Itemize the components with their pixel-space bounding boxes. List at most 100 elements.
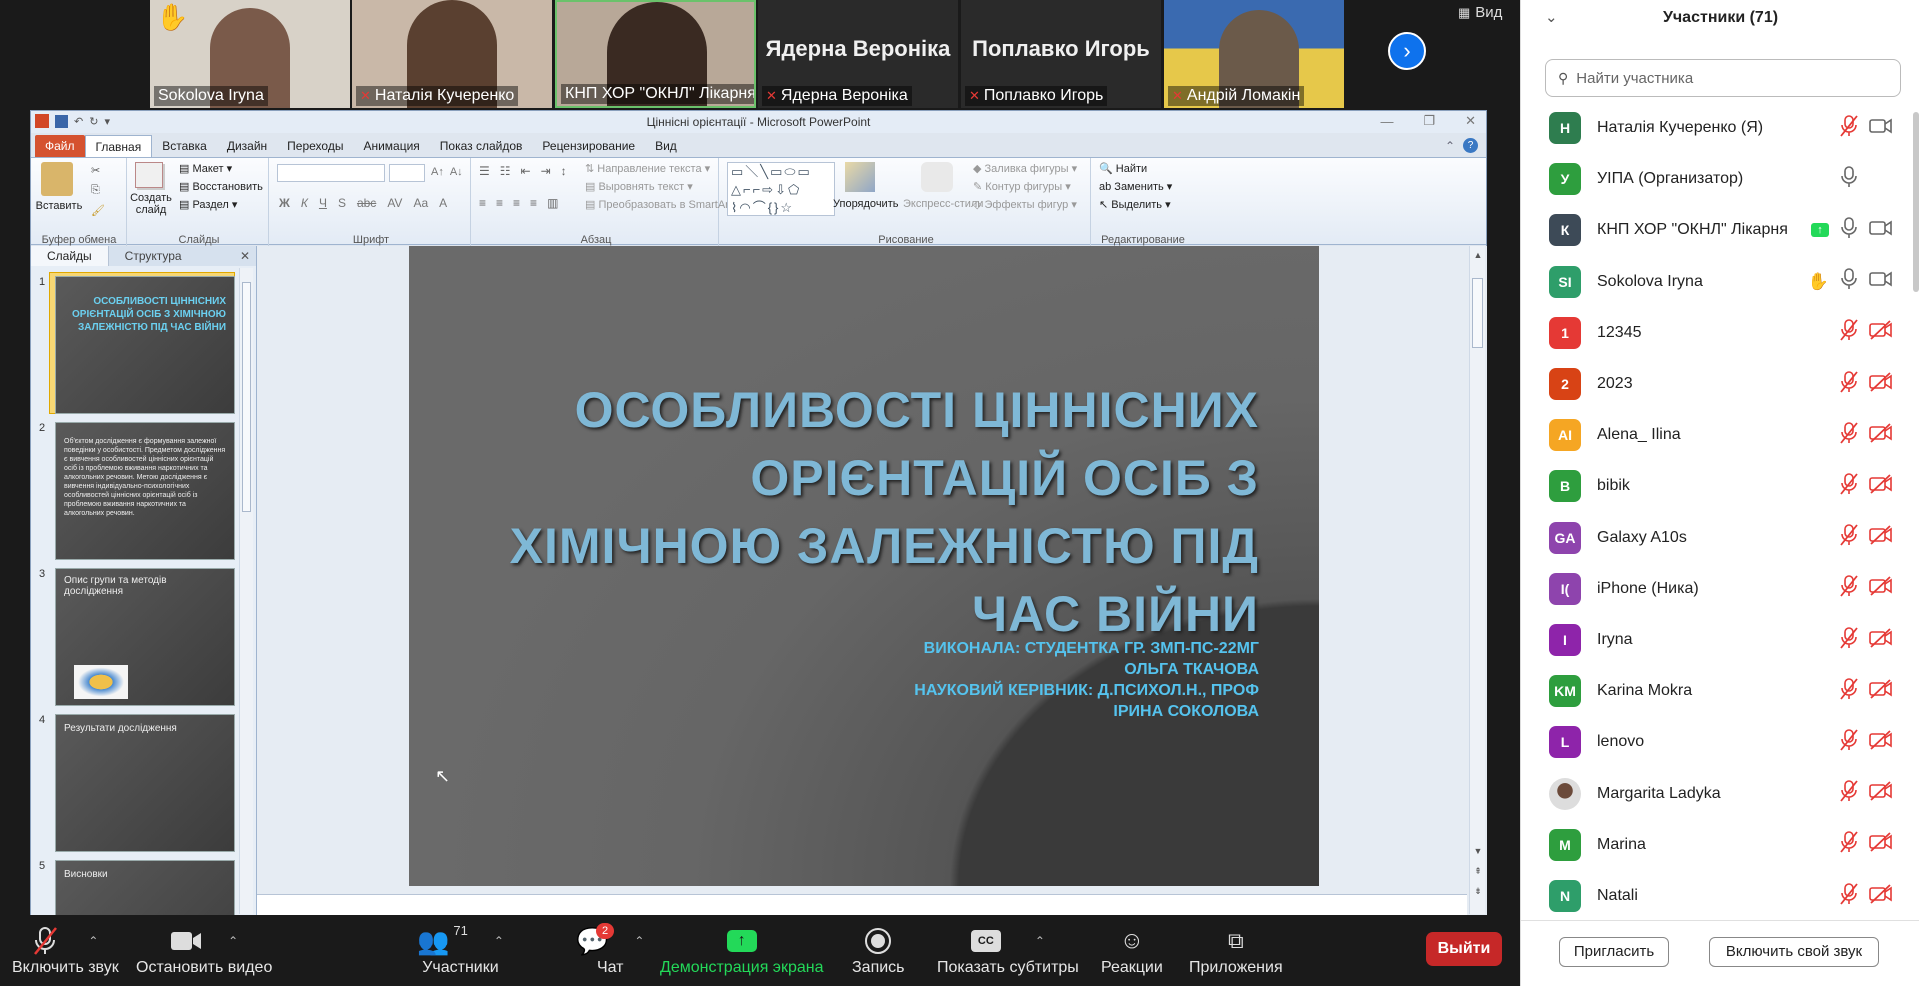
- video-tile-lomakin[interactable]: ✕ Андрій Ломакін: [1164, 0, 1344, 108]
- numbering-icon[interactable]: ☷: [500, 164, 511, 178]
- mic-icon[interactable]: [1839, 165, 1859, 193]
- scrollbar-thumb[interactable]: [242, 282, 251, 512]
- tab-home[interactable]: Главная: [84, 135, 153, 157]
- slide-scrollbar[interactable]: ▲ ▼ ⇞ ⇟: [1469, 246, 1485, 914]
- quick-styles-button[interactable]: Экспресс-стили: [903, 198, 983, 210]
- collapse-ribbon-icon[interactable]: ⌃: [1445, 139, 1455, 153]
- minimize-icon[interactable]: —: [1380, 114, 1393, 129]
- participants-caret-icon[interactable]: ⌃: [494, 934, 504, 948]
- slide-thumb-4[interactable]: Результати дослідження: [55, 714, 235, 852]
- video-options-caret-icon[interactable]: ⌃: [228, 934, 238, 948]
- mic-muted-icon[interactable]: [1839, 729, 1859, 756]
- restore-icon[interactable]: ❐: [1423, 113, 1435, 129]
- captions-caret-icon[interactable]: ⌃: [1035, 934, 1045, 948]
- slide-thumb-5[interactable]: Висновки: [55, 860, 235, 916]
- shadow-icon[interactable]: S: [338, 196, 346, 210]
- font-size-combobox[interactable]: [389, 164, 425, 182]
- camera-off-icon[interactable]: [1869, 576, 1893, 601]
- decrease-indent-icon[interactable]: ⇤: [521, 164, 531, 178]
- format-painter-icon[interactable]: 🖌: [91, 204, 105, 217]
- tab-file[interactable]: Файл: [35, 135, 85, 157]
- align-center-icon[interactable]: ≡: [496, 196, 503, 210]
- captions-button[interactable]: CC ⌃ Показать субтитры: [937, 923, 1079, 977]
- camera-off-icon[interactable]: [1869, 525, 1893, 550]
- section-button[interactable]: ▤ Раздел ▾: [179, 198, 237, 211]
- align-right-icon[interactable]: ≡: [513, 196, 520, 210]
- slide-canvas[interactable]: ОСОБЛИВОСТІ ЦІННІСНИХ ОРІЄНТАЦІЙ ОСІБ З …: [409, 246, 1319, 886]
- next-slide-icon[interactable]: ⇟: [1470, 886, 1486, 897]
- mic-muted-icon[interactable]: [1839, 882, 1859, 910]
- next-page-arrow-icon[interactable]: ›: [1388, 32, 1426, 70]
- participant-row[interactable]: SI Sokolova Iryna ✋: [1549, 257, 1899, 307]
- find-button[interactable]: 🔍 Найти: [1099, 162, 1147, 175]
- mic-icon[interactable]: [1839, 217, 1859, 244]
- search-participant-field[interactable]: ⚲ Найти участника: [1545, 59, 1901, 97]
- grow-font-icon[interactable]: A↑: [431, 166, 444, 178]
- slide-thumb-2[interactable]: Об'єктом дослідження є формування залежн…: [55, 422, 235, 560]
- camera-off-icon[interactable]: [1869, 320, 1893, 345]
- scrollbar-thumb[interactable]: [1472, 278, 1483, 348]
- camera-off-icon[interactable]: [1869, 423, 1893, 448]
- video-tile-sokolova[interactable]: ✋ Sokolova Iryna: [150, 0, 350, 108]
- camera-icon[interactable]: [1869, 269, 1893, 294]
- invite-button[interactable]: Пригласить: [1559, 937, 1669, 967]
- shape-outline-button[interactable]: ✎ Контур фигуры ▾: [973, 180, 1071, 193]
- slide-thumb-3[interactable]: Опис групи та методів дослідження: [55, 568, 235, 706]
- replace-button[interactable]: ab Заменить ▾: [1099, 180, 1172, 193]
- participant-row[interactable]: Bbibik: [1549, 461, 1899, 511]
- participants-button[interactable]: 👥 71 ⌃ Участники: [417, 923, 504, 977]
- reset-button[interactable]: ▤ Восстановить: [179, 180, 263, 193]
- unmute-button[interactable]: ⌃ Включить звук: [12, 923, 119, 977]
- mic-muted-icon[interactable]: [1839, 575, 1859, 602]
- record-button[interactable]: Запись: [852, 923, 905, 977]
- convert-smartart-button[interactable]: ▤ Преобразовать в SmartArt ▾: [585, 198, 740, 211]
- mic-muted-icon[interactable]: [1839, 319, 1859, 346]
- participant-row[interactable]: KM Karina Mokra: [1549, 666, 1899, 716]
- audio-options-caret-icon[interactable]: ⌃: [88, 934, 98, 948]
- participant-row[interactable]: M Marina: [1549, 820, 1899, 870]
- new-slide-button[interactable]: Создать слайд: [129, 192, 173, 216]
- participant-row[interactable]: Margarita Ladyka: [1549, 769, 1899, 819]
- shape-effects-button[interactable]: ◇ Эффекты фигур ▾: [973, 198, 1077, 211]
- camera-off-icon[interactable]: [1869, 474, 1893, 499]
- align-text-button[interactable]: ▤ Выровнять текст ▾: [585, 180, 693, 193]
- bold-icon[interactable]: Ж: [279, 196, 290, 210]
- select-button[interactable]: ↖ Выделить ▾: [1099, 198, 1171, 211]
- thumbnail-scrollbar[interactable]: [239, 268, 253, 914]
- mic-muted-icon[interactable]: [1839, 780, 1859, 807]
- participant-row[interactable]: I(iPhone (Ника): [1549, 564, 1899, 614]
- tab-animation[interactable]: Анимация: [353, 135, 429, 157]
- tab-outline[interactable]: Структура: [109, 246, 198, 266]
- underline-icon[interactable]: Ч: [319, 196, 327, 210]
- stop-video-button[interactable]: ⌃ Остановить видео: [136, 923, 272, 977]
- participant-row[interactable]: К КНП ХОР "ОКНЛ" Лікарня ↑: [1549, 205, 1899, 255]
- bullets-icon[interactable]: ☰: [479, 164, 490, 178]
- camera-off-icon[interactable]: [1869, 781, 1893, 806]
- camera-icon[interactable]: [1869, 116, 1893, 141]
- video-tile-knp[interactable]: КНП ХОР "ОКНЛ" Лікарня: [555, 0, 756, 108]
- close-icon[interactable]: ✕: [1465, 113, 1476, 129]
- view-button[interactable]: ▦ Вид: [1458, 4, 1502, 21]
- camera-off-icon[interactable]: [1869, 832, 1893, 857]
- strikethrough-icon[interactable]: abc: [357, 196, 376, 210]
- italic-icon[interactable]: К: [301, 196, 308, 210]
- video-tile-poplavko[interactable]: Поплавко Игорь ✕ Поплавко Игорь: [961, 0, 1161, 108]
- tab-review[interactable]: Рецензирование: [532, 135, 645, 157]
- mic-muted-icon[interactable]: [1839, 677, 1859, 705]
- help-icon[interactable]: ?: [1463, 138, 1478, 153]
- camera-icon[interactable]: [1869, 218, 1893, 243]
- shape-fill-button[interactable]: ◆ Заливка фигуры ▾: [973, 162, 1077, 175]
- mic-muted-icon[interactable]: [1839, 626, 1859, 654]
- slide-title[interactable]: ОСОБЛИВОСТІ ЦІННІСНИХ ОРІЄНТАЦІЙ ОСІБ З …: [469, 376, 1259, 648]
- tab-design[interactable]: Дизайн: [217, 135, 277, 157]
- participant-row[interactable]: AI Alena_ Ilina: [1549, 410, 1899, 460]
- char-spacing-icon[interactable]: AV: [387, 196, 402, 210]
- video-tile-yaderna[interactable]: Ядерна Вероніка ✕ Ядерна Вероніка: [758, 0, 958, 108]
- columns-icon[interactable]: ▥: [547, 196, 558, 210]
- camera-off-icon[interactable]: [1869, 371, 1893, 397]
- mic-muted-icon[interactable]: [1839, 473, 1859, 500]
- participant-row[interactable]: Llenovo: [1549, 717, 1899, 767]
- chat-button[interactable]: 💬 2 ⌃ Чат: [576, 923, 644, 977]
- leave-meeting-button[interactable]: Выйти: [1426, 932, 1502, 966]
- font-color-icon[interactable]: A: [439, 196, 447, 210]
